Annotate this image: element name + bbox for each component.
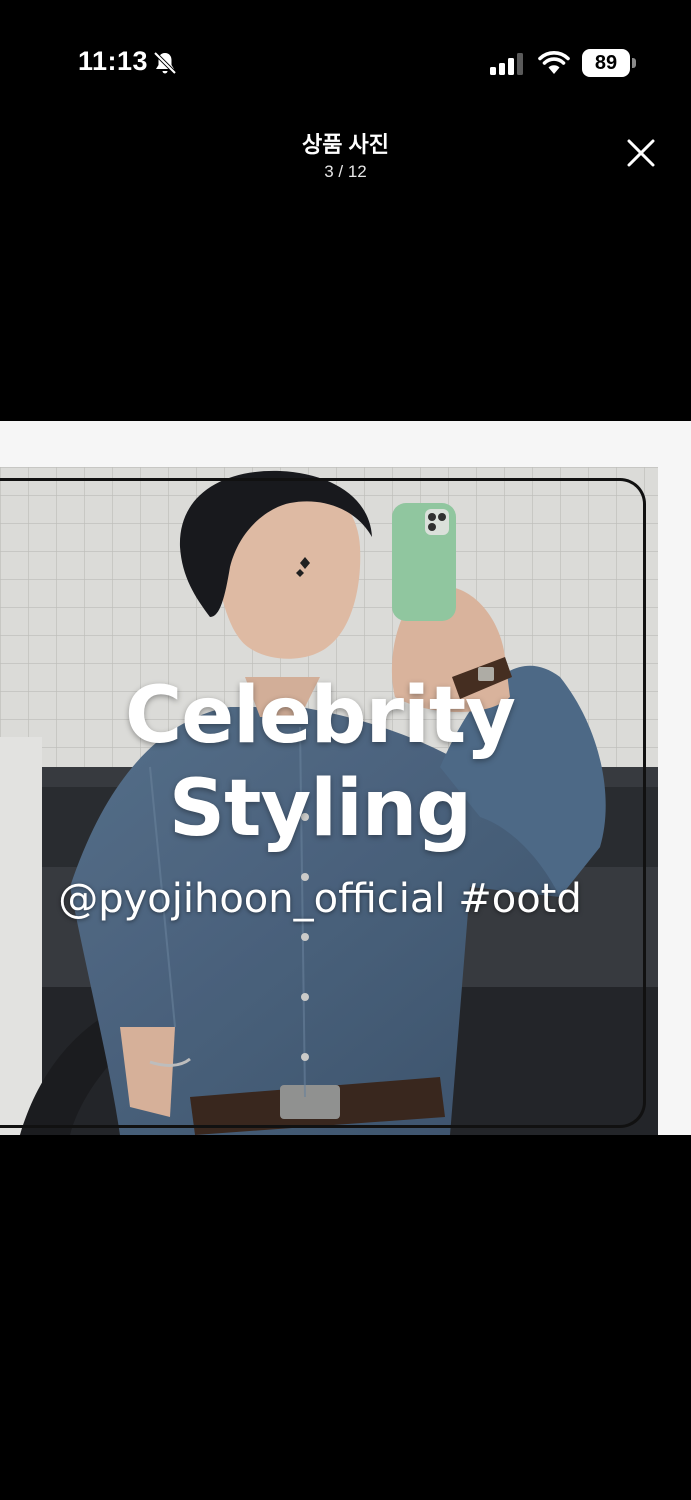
image-counter: 3 / 12 xyxy=(324,162,367,181)
battery-icon: 89 xyxy=(582,49,636,77)
bell-muted-icon xyxy=(152,50,178,76)
battery-tip xyxy=(632,58,636,68)
status-time: 11:13 xyxy=(78,46,149,76)
wifi-icon xyxy=(537,50,571,76)
close-icon[interactable] xyxy=(624,136,658,170)
overlay-title-line1: Celebrity xyxy=(125,671,516,761)
overlay-caption: @pyojihoon_official #ootd xyxy=(58,876,582,922)
status-bar: 11:13 89 xyxy=(0,0,691,110)
viewer-header: 상품 사진 3 / 12 xyxy=(0,130,691,184)
battery-level: 89 xyxy=(582,49,630,77)
product-photo-viewer[interactable]: Celebrity Styling @pyojihoon_official #o… xyxy=(0,421,691,1135)
overlay-title-line2: Styling xyxy=(168,764,472,854)
page-title: 상품 사진 xyxy=(301,132,390,157)
cellular-signal-icon xyxy=(490,52,526,76)
